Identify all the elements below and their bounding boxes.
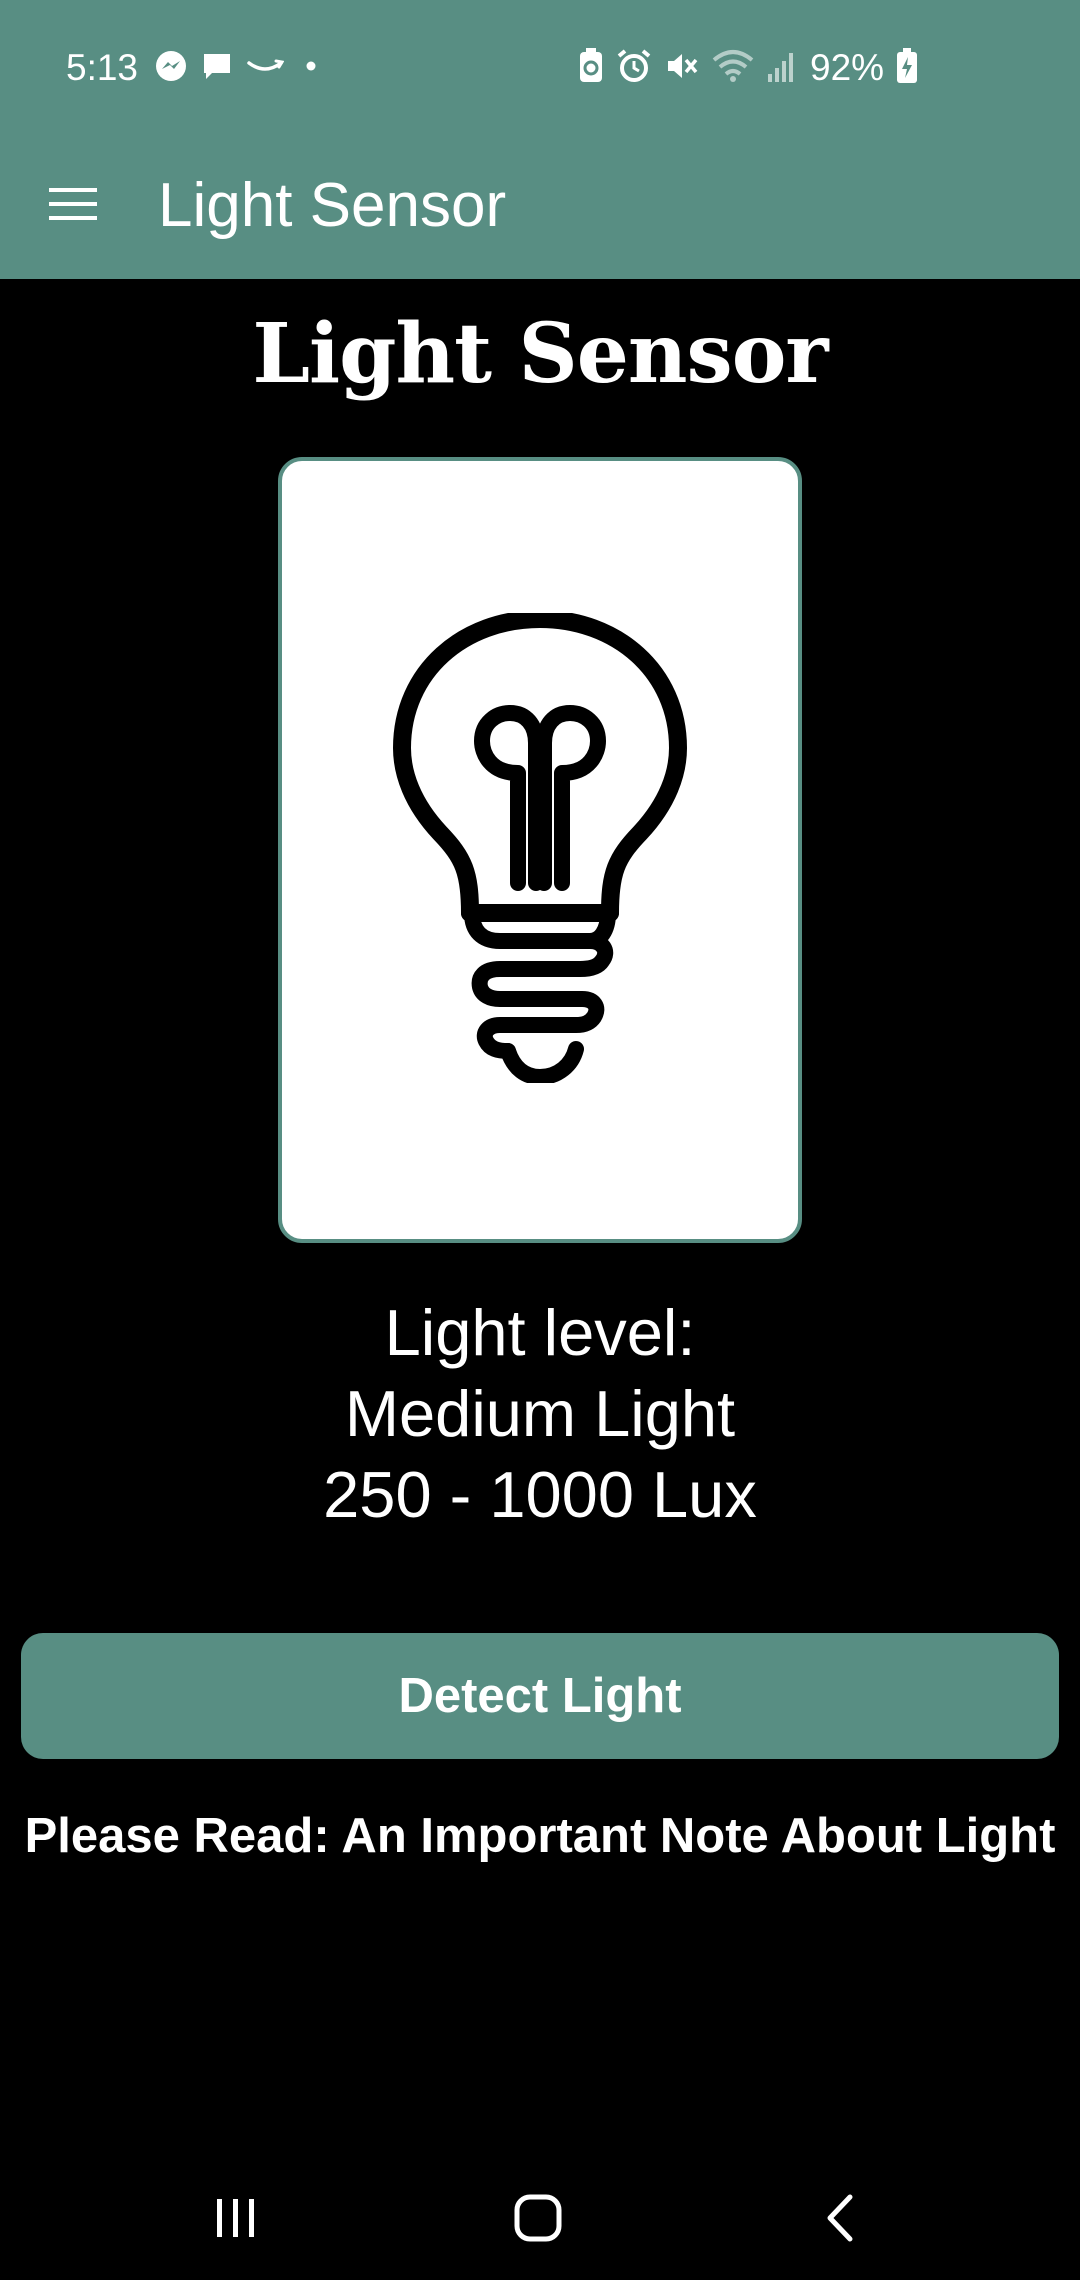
dot-icon bbox=[296, 49, 326, 88]
battery-charging-icon bbox=[896, 47, 918, 89]
alarm-icon bbox=[616, 48, 652, 89]
important-note-link[interactable]: Please Read: An Important Note About Lig… bbox=[0, 1804, 1080, 1868]
recent-apps-button[interactable] bbox=[176, 2180, 296, 2260]
page-heading: Light Sensor bbox=[252, 306, 828, 402]
screen: 5:13 92% Light Sensor Light Sensor Light… bbox=[0, 0, 1080, 2280]
light-bulb-icon bbox=[390, 609, 690, 1088]
app-bar: Light Sensor bbox=[0, 134, 1080, 279]
status-bar: 5:13 92% bbox=[0, 0, 1080, 134]
signal-icon bbox=[766, 48, 798, 89]
light-level-label: Light level: bbox=[384, 1296, 696, 1369]
light-level-readout: Light level: Medium Light 250 - 1000 Lux bbox=[0, 1292, 1080, 1535]
home-button[interactable] bbox=[478, 2180, 598, 2260]
wifi-icon bbox=[712, 48, 754, 89]
amazon-smile-icon bbox=[246, 49, 285, 88]
mute-icon bbox=[664, 48, 700, 89]
detect-light-button[interactable]: Detect Light bbox=[21, 1633, 1059, 1759]
messenger-icon bbox=[154, 49, 188, 88]
back-icon bbox=[822, 2193, 858, 2248]
navigation-bar bbox=[0, 2160, 1080, 2280]
home-icon bbox=[513, 2193, 563, 2248]
light-level-name: Medium Light bbox=[344, 1377, 736, 1450]
battery-percentage: 92% bbox=[810, 47, 885, 88]
menu-button[interactable] bbox=[34, 166, 114, 246]
status-time: 5:13 bbox=[66, 47, 139, 88]
app-title: Light Sensor bbox=[158, 171, 507, 240]
battery-saver-icon bbox=[578, 47, 604, 89]
back-button[interactable] bbox=[780, 2180, 900, 2260]
recent-apps-icon bbox=[213, 2195, 259, 2246]
light-bulb-image-card bbox=[278, 457, 802, 1243]
chat-bubble-icon bbox=[200, 49, 234, 88]
system-status-icons: 92% bbox=[578, 47, 918, 89]
hamburger-menu-icon bbox=[49, 186, 99, 227]
notification-icons bbox=[154, 50, 326, 86]
light-level-range: 250 - 1000 Lux bbox=[323, 1458, 757, 1531]
